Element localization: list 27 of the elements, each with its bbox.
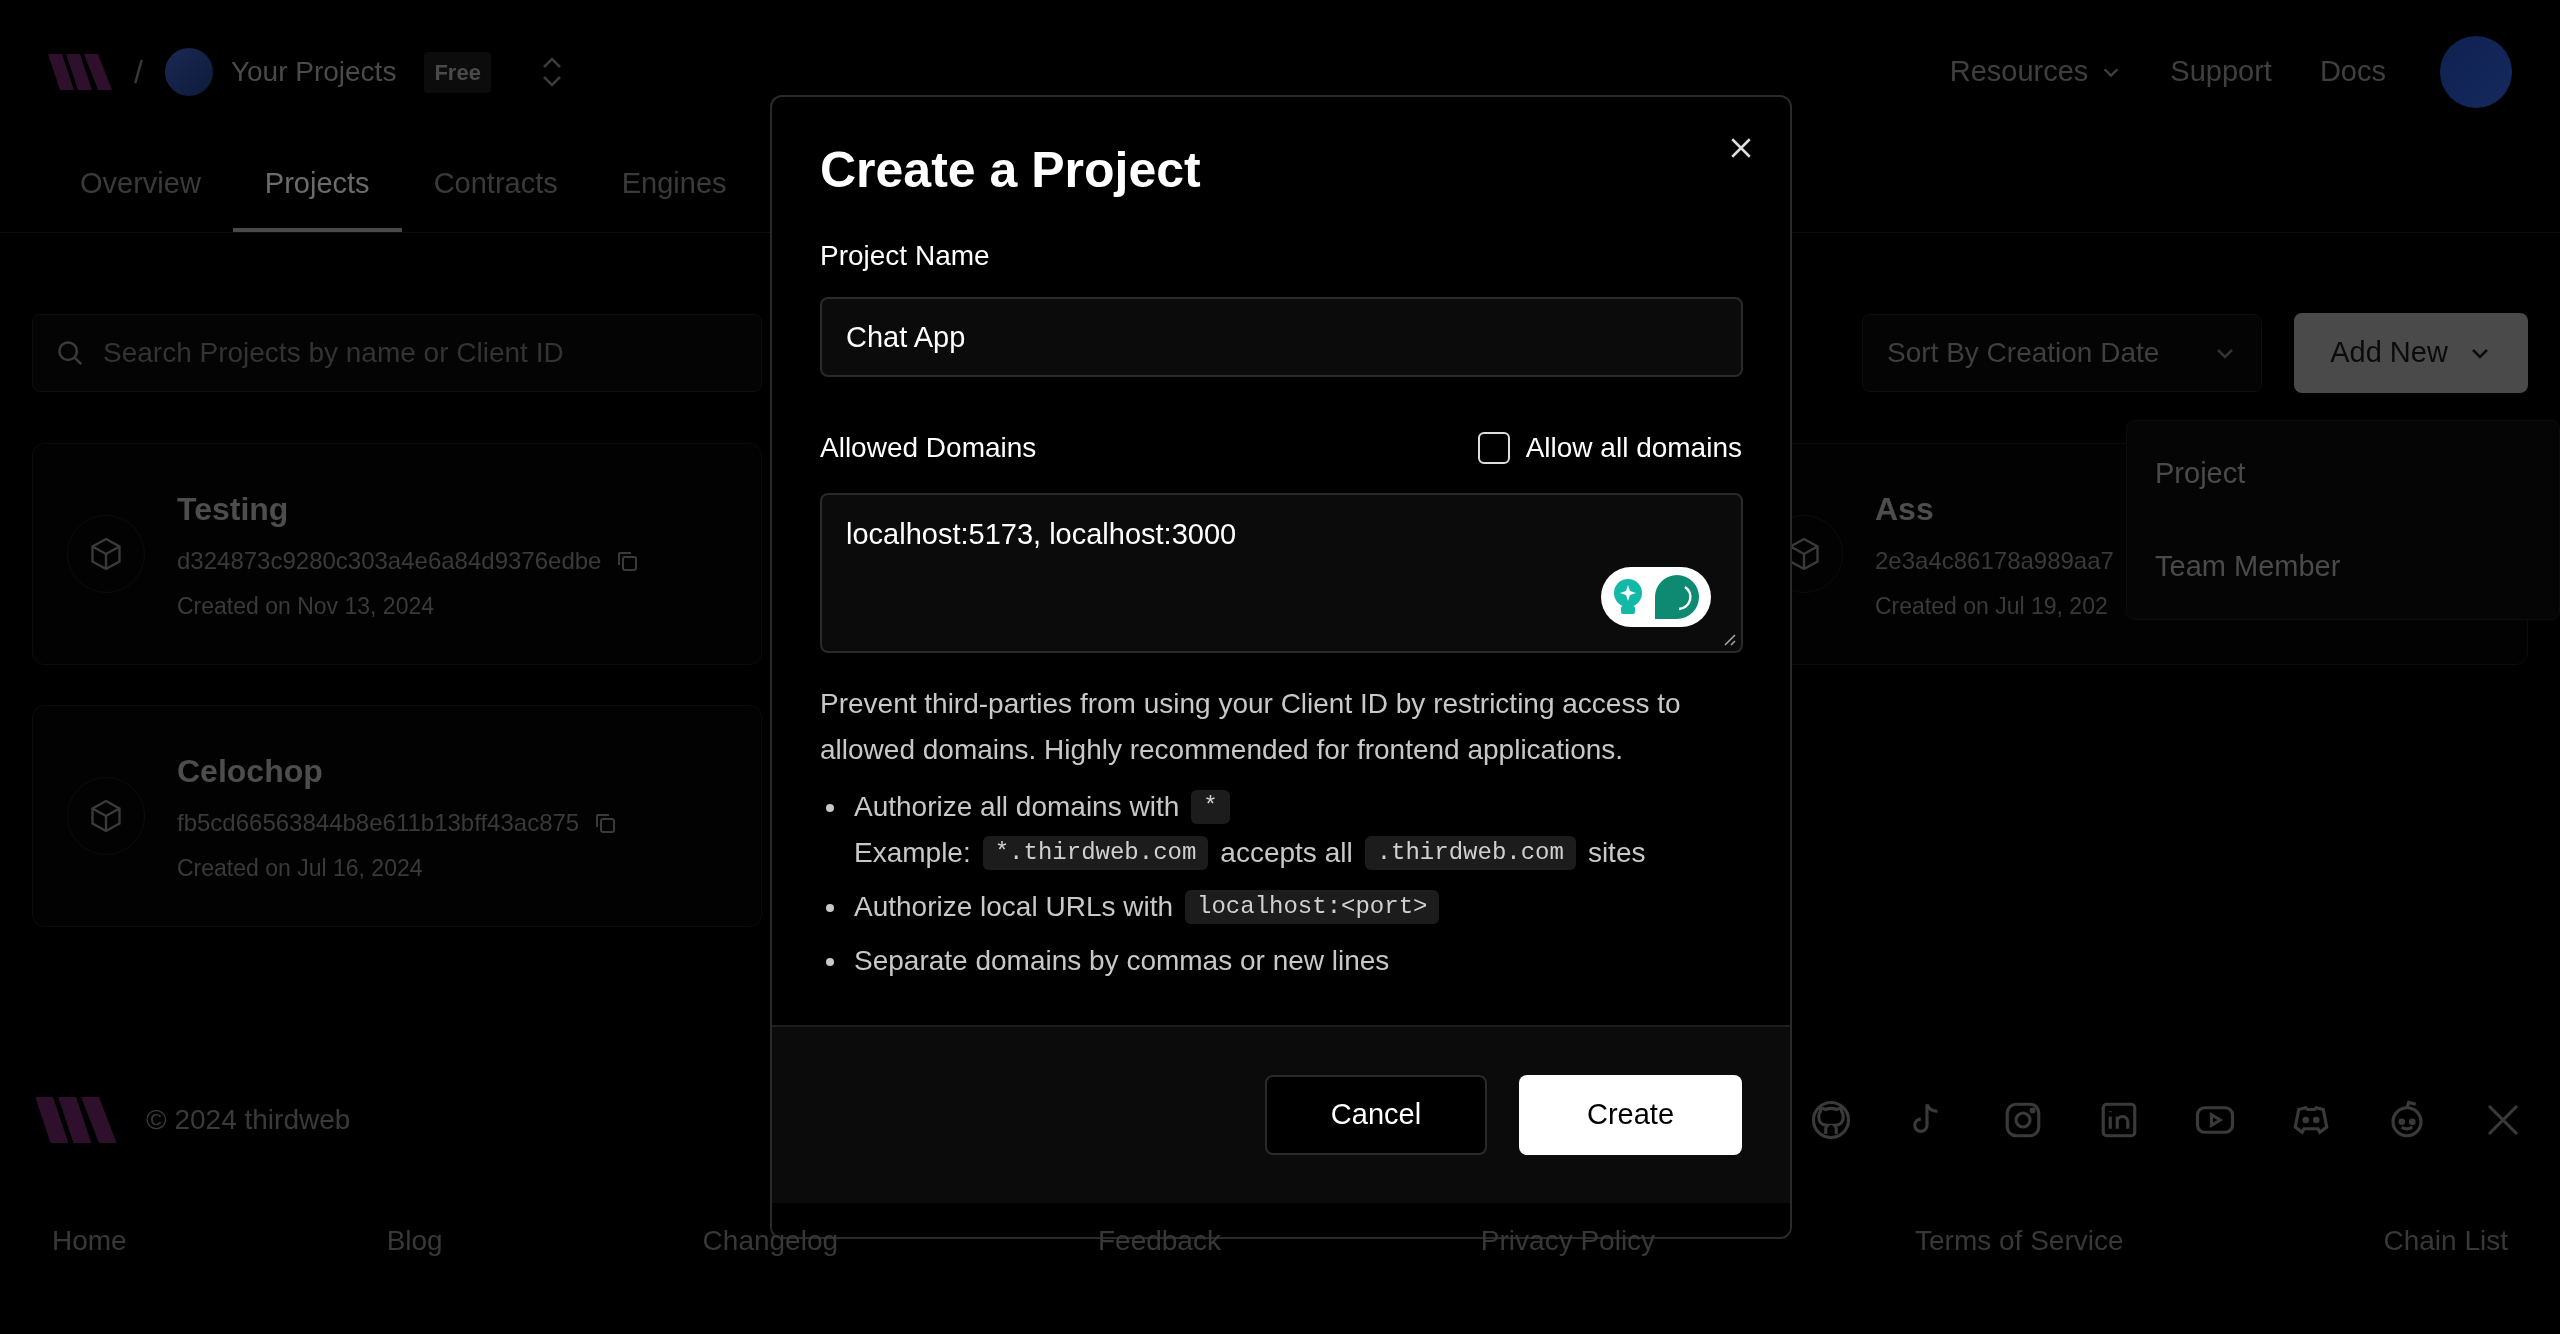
- project-name: Celochop: [177, 751, 324, 791]
- bullet-text: Separate domains by commas or new lines: [854, 944, 1390, 978]
- client-id: fb5cd66563844b8e611b13bff43ac875: [177, 807, 580, 838]
- client-id: d324873c9280c303a4e6a84d9376edbe: [177, 545, 602, 576]
- plan-badge: Free: [424, 51, 491, 93]
- copyright-text: © 2024 thirdweb: [146, 1103, 351, 1137]
- created-date: Created on Jul 19, 202: [1875, 591, 2109, 621]
- project-name: Ass: [1875, 489, 1935, 529]
- code-snippet: localhost:<port>: [1185, 890, 1440, 924]
- breadcrumb-separator: /: [134, 53, 143, 92]
- domains-value: localhost:5173, localhost:3000: [845, 517, 1238, 552]
- project-name: Testing: [177, 489, 290, 529]
- code-snippet: *.thirdweb.com: [982, 836, 1209, 870]
- bullet-text: sites: [1587, 836, 1646, 870]
- client-id: 2e3a4c86178a989aa7: [1875, 545, 2114, 576]
- created-date: Created on Jul 16, 2024: [177, 853, 424, 883]
- created-date: Created on Nov 13, 2024: [177, 591, 435, 621]
- code-snippet: .thirdweb.com: [1364, 836, 1576, 870]
- help-text: Prevent third-parties from using your Client ID by restricting access to allowed domains. Highly recommended for frontend applications.: [820, 687, 1682, 767]
- code-snippet: *: [1191, 790, 1230, 824]
- field-label: Project Name: [820, 239, 991, 273]
- dialog-title: Create a Project: [820, 145, 1202, 195]
- bullet-text: Example:: [854, 836, 971, 870]
- field-label: Allowed Domains: [820, 431, 1037, 465]
- bullet-text: Authorize all domains with: [854, 790, 1180, 824]
- bullet-text: Authorize local URLs with: [854, 890, 1174, 924]
- bullet-text: accepts all: [1220, 836, 1353, 870]
